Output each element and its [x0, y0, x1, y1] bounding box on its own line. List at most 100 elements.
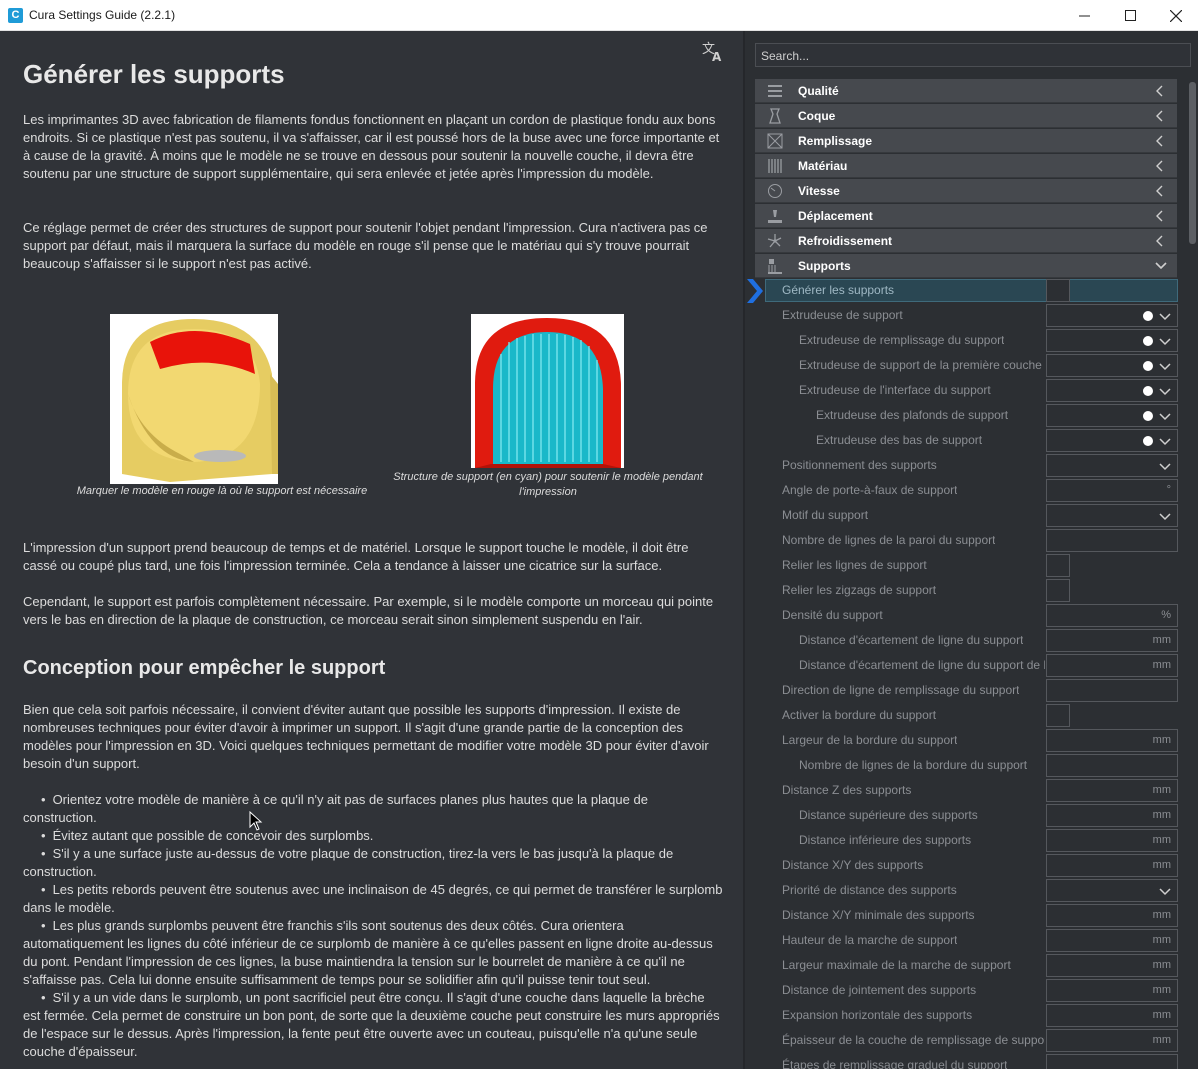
category-speed[interactable]: Vitesse [755, 179, 1177, 203]
setting-row[interactable]: Extrudeuse des plafonds de support [745, 403, 1187, 428]
setting-select[interactable] [1046, 454, 1178, 477]
setting-row[interactable]: Largeur maximale de la marche de support… [745, 953, 1187, 978]
setting-label: Générer les supports [782, 283, 895, 297]
setting-row[interactable]: Relier les lignes de support [745, 553, 1187, 578]
close-icon[interactable] [1153, 0, 1198, 31]
setting-input[interactable]: mm [1046, 1004, 1178, 1027]
setting-row[interactable]: Direction de ligne de remplissage du sup… [745, 678, 1187, 703]
setting-row[interactable]: Distance Z des supports mm [745, 778, 1187, 803]
setting-row[interactable]: Expansion horizontale des supports mm [745, 1003, 1187, 1028]
chevron-left-icon[interactable] [1155, 84, 1165, 98]
extruder-select[interactable] [1046, 304, 1178, 327]
setting-label: Priorité de distance des supports [782, 883, 957, 897]
setting-input[interactable]: mm [1046, 929, 1178, 952]
chevron-down-icon [1159, 460, 1171, 472]
setting-input[interactable] [1046, 1054, 1178, 1069]
setting-input[interactable]: ° [1046, 479, 1178, 502]
translate-icon[interactable]: 文 A [700, 39, 724, 64]
setting-checkbox[interactable] [1046, 279, 1070, 302]
setting-row[interactable]: Motif du support [745, 503, 1187, 528]
extruder-select[interactable] [1046, 329, 1178, 352]
category-material[interactable]: Matériau [755, 154, 1177, 178]
setting-input[interactable]: mm [1046, 729, 1178, 752]
setting-label: Expansion horizontale des supports [782, 1008, 973, 1022]
article-pane[interactable]: 文 A Générer les supports Les imprimantes… [0, 31, 743, 1069]
setting-input[interactable]: mm [1046, 629, 1178, 652]
setting-row[interactable]: Distance inférieure des supports mm [745, 828, 1187, 853]
setting-select[interactable] [1046, 879, 1178, 902]
setting-row[interactable]: Générer les supports [745, 278, 1187, 303]
scrollbar-thumb[interactable] [1189, 82, 1196, 244]
setting-input[interactable] [1046, 679, 1178, 702]
setting-row[interactable]: Extrudeuse de l'interface du support [745, 378, 1187, 403]
setting-unit: mm [1152, 1009, 1171, 1021]
setting-row[interactable]: Extrudeuse de remplissage du support [745, 328, 1187, 353]
setting-row[interactable]: Positionnement des supports [745, 453, 1187, 478]
setting-label: Motif du support [782, 508, 869, 522]
chevron-left-icon[interactable] [1155, 134, 1165, 148]
setting-row[interactable]: Distance d'écartement de ligne du suppor… [745, 653, 1187, 678]
list-item: S'il y a une surface juste au-dessus de … [23, 845, 723, 881]
setting-row[interactable]: Nombre de lignes de la bordure du suppor… [745, 753, 1187, 778]
maximize-icon[interactable] [1107, 0, 1153, 31]
category-cooling[interactable]: Refroidissement [755, 229, 1177, 253]
category-shell[interactable]: Coque [755, 104, 1177, 128]
category-support[interactable]: Supports [755, 254, 1177, 278]
setting-row[interactable]: Distance supérieure des supports mm [745, 803, 1187, 828]
setting-input[interactable]: mm [1046, 829, 1178, 852]
chevron-left-icon[interactable] [1155, 234, 1165, 248]
minimize-icon[interactable] [1061, 0, 1107, 31]
setting-label: Distance d'écartement de ligne du suppor… [799, 633, 1024, 647]
chevron-left-icon[interactable] [1155, 209, 1165, 223]
extruder-select[interactable] [1046, 354, 1178, 377]
chevron-left-icon[interactable] [1155, 159, 1165, 173]
setting-row[interactable]: Densité du support% [745, 603, 1187, 628]
setting-row[interactable]: Priorité de distance des supports [745, 878, 1187, 903]
setting-unit: mm [1152, 734, 1171, 746]
setting-input[interactable]: mm [1046, 804, 1178, 827]
setting-label: Extrudeuse des plafonds de support [816, 408, 1009, 422]
setting-input[interactable]: % [1046, 604, 1178, 627]
setting-checkbox[interactable] [1046, 579, 1070, 602]
chevron-left-icon[interactable] [1155, 109, 1165, 123]
category-travel[interactable]: Déplacement [755, 204, 1177, 228]
setting-row[interactable]: Nombre de lignes de la paroi du support [745, 528, 1187, 553]
search-input[interactable]: Search... [755, 43, 1191, 67]
setting-checkbox[interactable] [1046, 554, 1070, 577]
setting-row[interactable]: Distance de jointement des supports mm [745, 978, 1187, 1003]
extruder-select[interactable] [1046, 379, 1178, 402]
extruder-select[interactable] [1046, 404, 1178, 427]
setting-input[interactable]: mm [1046, 854, 1178, 877]
setting-row[interactable]: Épaisseur de la couche de remplissage de… [745, 1028, 1187, 1053]
setting-row[interactable]: Extrudeuse des bas de support [745, 428, 1187, 453]
setting-input[interactable] [1046, 754, 1178, 777]
setting-unit: mm [1152, 834, 1171, 846]
setting-input[interactable]: mm [1046, 954, 1178, 977]
setting-row[interactable]: Distance X/Y des supports mm [745, 853, 1187, 878]
setting-input[interactable]: mm [1046, 654, 1178, 677]
category-infill[interactable]: Remplissage [755, 129, 1177, 153]
setting-input[interactable]: mm [1046, 1029, 1178, 1052]
setting-input[interactable] [1046, 529, 1178, 552]
setting-row[interactable]: Distance X/Y minimale des supports mm [745, 903, 1187, 928]
setting-row[interactable]: Activer la bordure du support [745, 703, 1187, 728]
setting-row[interactable]: Extrudeuse de support de la première cou… [745, 353, 1187, 378]
setting-row[interactable]: Distance d'écartement de ligne du suppor… [745, 628, 1187, 653]
setting-row[interactable]: Relier les zigzags de support [745, 578, 1187, 603]
setting-row[interactable]: Angle de porte-à-faux de support ° [745, 478, 1187, 503]
setting-row[interactable]: Étapes de remplissage graduel du support [745, 1053, 1187, 1069]
setting-input[interactable]: mm [1046, 904, 1178, 927]
chevron-left-icon[interactable] [1155, 184, 1165, 198]
setting-row[interactable]: Largeur de la bordure du support mm [745, 728, 1187, 753]
extruder-select[interactable] [1046, 429, 1178, 452]
setting-input[interactable]: mm [1046, 979, 1178, 1002]
setting-label: Distance d'écartement de ligne du suppor… [799, 658, 1045, 672]
setting-row[interactable]: Hauteur de la marche de support mm [745, 928, 1187, 953]
chevron-down-icon[interactable] [1155, 259, 1167, 273]
setting-row[interactable]: Extrudeuse de support [745, 303, 1187, 328]
setting-input[interactable]: mm [1046, 779, 1178, 802]
setting-select[interactable] [1046, 504, 1178, 527]
setting-label: Direction de ligne de remplissage du sup… [782, 683, 1020, 697]
setting-checkbox[interactable] [1046, 704, 1070, 727]
category-quality[interactable]: Qualité [755, 79, 1177, 103]
